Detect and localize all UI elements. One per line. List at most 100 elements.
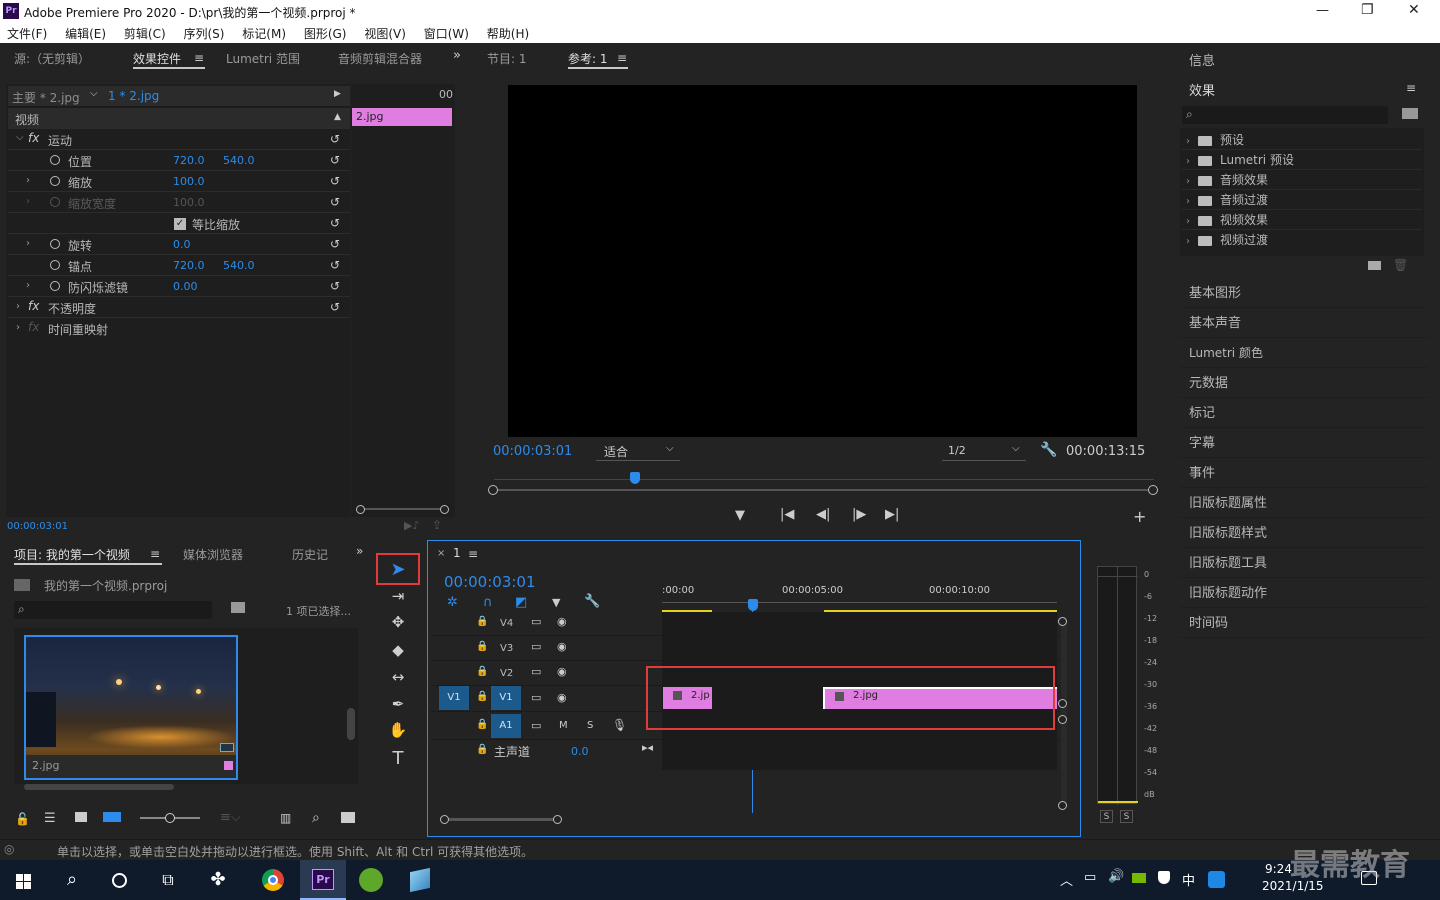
tab-effect-controls[interactable]: 效果控件 [133, 50, 181, 67]
reset-icon[interactable]: ↺ [330, 132, 340, 146]
rotation-value[interactable]: 0.0 [173, 238, 191, 251]
sort-icon[interactable]: ≡⌵ [220, 810, 241, 825]
panel-timecode[interactable]: 时间码 [1180, 609, 1428, 638]
windows-start-icon[interactable] [6, 862, 42, 898]
tab-lumetri-scopes[interactable]: Lumetri 范围 [226, 50, 300, 67]
tab-history[interactable]: 历史记 [292, 546, 328, 563]
close-button[interactable]: ✕ [1408, 2, 1432, 18]
timeline-timecode[interactable]: 00:00:03:01 [444, 573, 536, 591]
stopwatch-icon[interactable] [50, 260, 60, 270]
trash-icon[interactable]: 🗑 [1393, 258, 1408, 272]
expand-chevron-icon[interactable]: › [26, 238, 30, 249]
stopwatch-icon[interactable] [50, 155, 60, 165]
tab-media-browser[interactable]: 媒体浏览器 [183, 546, 243, 563]
track-lock-icon[interactable]: 🔒 [476, 641, 488, 652]
reset-icon[interactable]: ↺ [330, 258, 340, 272]
stopwatch-icon[interactable] [50, 239, 60, 249]
pinwheel-app-icon[interactable]: ✤ [200, 862, 236, 898]
track-lock-icon[interactable]: 🔒 [476, 691, 488, 702]
more-tabs-icon[interactable]: » [356, 544, 363, 558]
slip-tool-icon[interactable]: ↔ [383, 668, 413, 690]
clock-time[interactable]: 9:24 [1265, 862, 1292, 876]
project-vertical-scrollbar[interactable] [347, 708, 355, 740]
project-search-input[interactable]: ⌕ [14, 601, 212, 619]
tab-sequence[interactable]: 1 [453, 546, 461, 560]
selection-tool-icon[interactable]: ➤ [383, 559, 413, 581]
freeform-view-icon[interactable] [103, 812, 121, 822]
uniform-scale-checkbox[interactable]: ✓ [174, 218, 186, 230]
lock-icon[interactable]: 🔓 [15, 812, 30, 826]
meter-solo-left[interactable]: S [1100, 810, 1113, 823]
menu-clip[interactable]: 剪辑(C) [124, 25, 166, 42]
source-patch-v1[interactable]: V1 [439, 686, 469, 710]
task-view-icon[interactable]: ⧉ [150, 862, 186, 898]
icon-view-icon[interactable] [75, 812, 87, 822]
ec-timecode[interactable]: 00:00:03:01 [7, 521, 68, 532]
solo-button[interactable]: S [587, 720, 593, 731]
find-icon[interactable]: ⌕ [312, 810, 320, 826]
sequence-clip-label[interactable]: 1 * 2.jpg [108, 89, 159, 103]
track-lock-icon[interactable]: 🔒 [476, 719, 488, 730]
panel-legacy-title-actions[interactable]: 旧版标题动作 [1180, 579, 1428, 608]
menu-file[interactable]: 文件(F) [7, 25, 47, 42]
ec-clip-bar[interactable]: 2.jpg [352, 108, 452, 126]
fit-dropdown[interactable]: 适合 ⌵ [596, 443, 680, 461]
track-lock-icon[interactable]: 🔒 [476, 744, 488, 755]
program-timecode[interactable]: 00:00:03:01 [493, 444, 572, 459]
accelerated-effects-icon[interactable] [1402, 108, 1418, 119]
go-to-in-icon[interactable]: |◀ [780, 507, 794, 522]
track-target-a1[interactable]: A1 [491, 714, 521, 738]
new-custom-bin-icon[interactable] [1368, 261, 1381, 270]
anchor-y-value[interactable]: 540.0 [223, 259, 255, 272]
effects-panel-header[interactable]: 效果 [1189, 80, 1215, 99]
list-view-icon[interactable]: ☰ [44, 811, 56, 826]
linked-selection-icon[interactable]: ◩ [515, 595, 527, 610]
tab-audio-clip-mixer[interactable]: 音频剪辑混合器 [338, 50, 422, 67]
time-remap-row[interactable]: › fx 时间重映射 [8, 318, 350, 339]
track-lock-icon[interactable]: 🔒 [476, 616, 488, 627]
new-search-bin-icon[interactable] [231, 602, 245, 613]
effects-folder-audio-effects[interactable]: › 音频效果 [1182, 170, 1422, 190]
expand-chevron-icon[interactable]: › [26, 280, 30, 291]
ripple-edit-tool-icon[interactable]: ✥ [383, 613, 413, 635]
reset-icon[interactable]: ↺ [330, 237, 340, 251]
hand-tool-icon[interactable]: ✋ [383, 721, 413, 743]
play-arrow-icon[interactable]: ▶ [334, 89, 341, 99]
position-x-value[interactable]: 720.0 [173, 154, 205, 167]
ec-play-audio-icon[interactable]: ▶♪ [404, 519, 419, 532]
magnet-icon[interactable]: ∩ [483, 595, 493, 610]
timeline-settings-icon[interactable]: 🔧 [584, 594, 600, 609]
panel-legacy-title-styles[interactable]: 旧版标题样式 [1180, 519, 1428, 548]
expand-chevron-icon[interactable]: › [26, 175, 30, 186]
timeline-playhead[interactable] [748, 599, 758, 611]
position-y-value[interactable]: 540.0 [223, 154, 255, 167]
reset-icon[interactable]: ↺ [330, 195, 340, 209]
add-marker-icon[interactable]: ▼ [735, 508, 745, 523]
menu-graphics[interactable]: 图形(G) [304, 25, 347, 42]
timeline-hscroll[interactable] [440, 815, 1056, 825]
security-icon[interactable] [1158, 871, 1170, 884]
network-icon[interactable]: ▭ [1084, 870, 1096, 885]
effects-folder-video-transitions[interactable]: › 视频过渡 [1182, 230, 1422, 250]
reset-icon[interactable]: ↺ [330, 216, 340, 230]
video-preview[interactable] [508, 85, 1137, 437]
qq-icon[interactable] [1208, 871, 1225, 888]
sync-lock-icon[interactable]: ▭ [531, 719, 541, 732]
panel-captions[interactable]: 字幕 [1180, 429, 1428, 458]
cortana-icon[interactable] [102, 862, 138, 898]
menu-marker[interactable]: 标记(M) [242, 25, 286, 42]
panel-legacy-title-tools[interactable]: 旧版标题工具 [1180, 549, 1428, 578]
anchor-x-value[interactable]: 720.0 [173, 259, 205, 272]
program-scrubber[interactable] [488, 470, 1158, 496]
ime-indicator[interactable]: 中 [1182, 870, 1195, 889]
maximize-button[interactable]: ❐ [1361, 2, 1385, 18]
nvidia-icon[interactable] [1132, 873, 1146, 883]
track-target-v1[interactable]: V1 [491, 686, 521, 710]
panel-menu-icon[interactable]: ≡ [194, 51, 204, 65]
sync-lock-icon[interactable]: ▭ [531, 665, 541, 678]
go-to-out-icon[interactable]: ▶| [885, 507, 899, 522]
reset-icon[interactable]: ↺ [330, 300, 340, 314]
play-icon[interactable]: |▶ [852, 507, 866, 522]
ec-zoom-scrollbar[interactable] [356, 505, 449, 514]
sync-lock-icon[interactable]: ▭ [531, 640, 541, 653]
